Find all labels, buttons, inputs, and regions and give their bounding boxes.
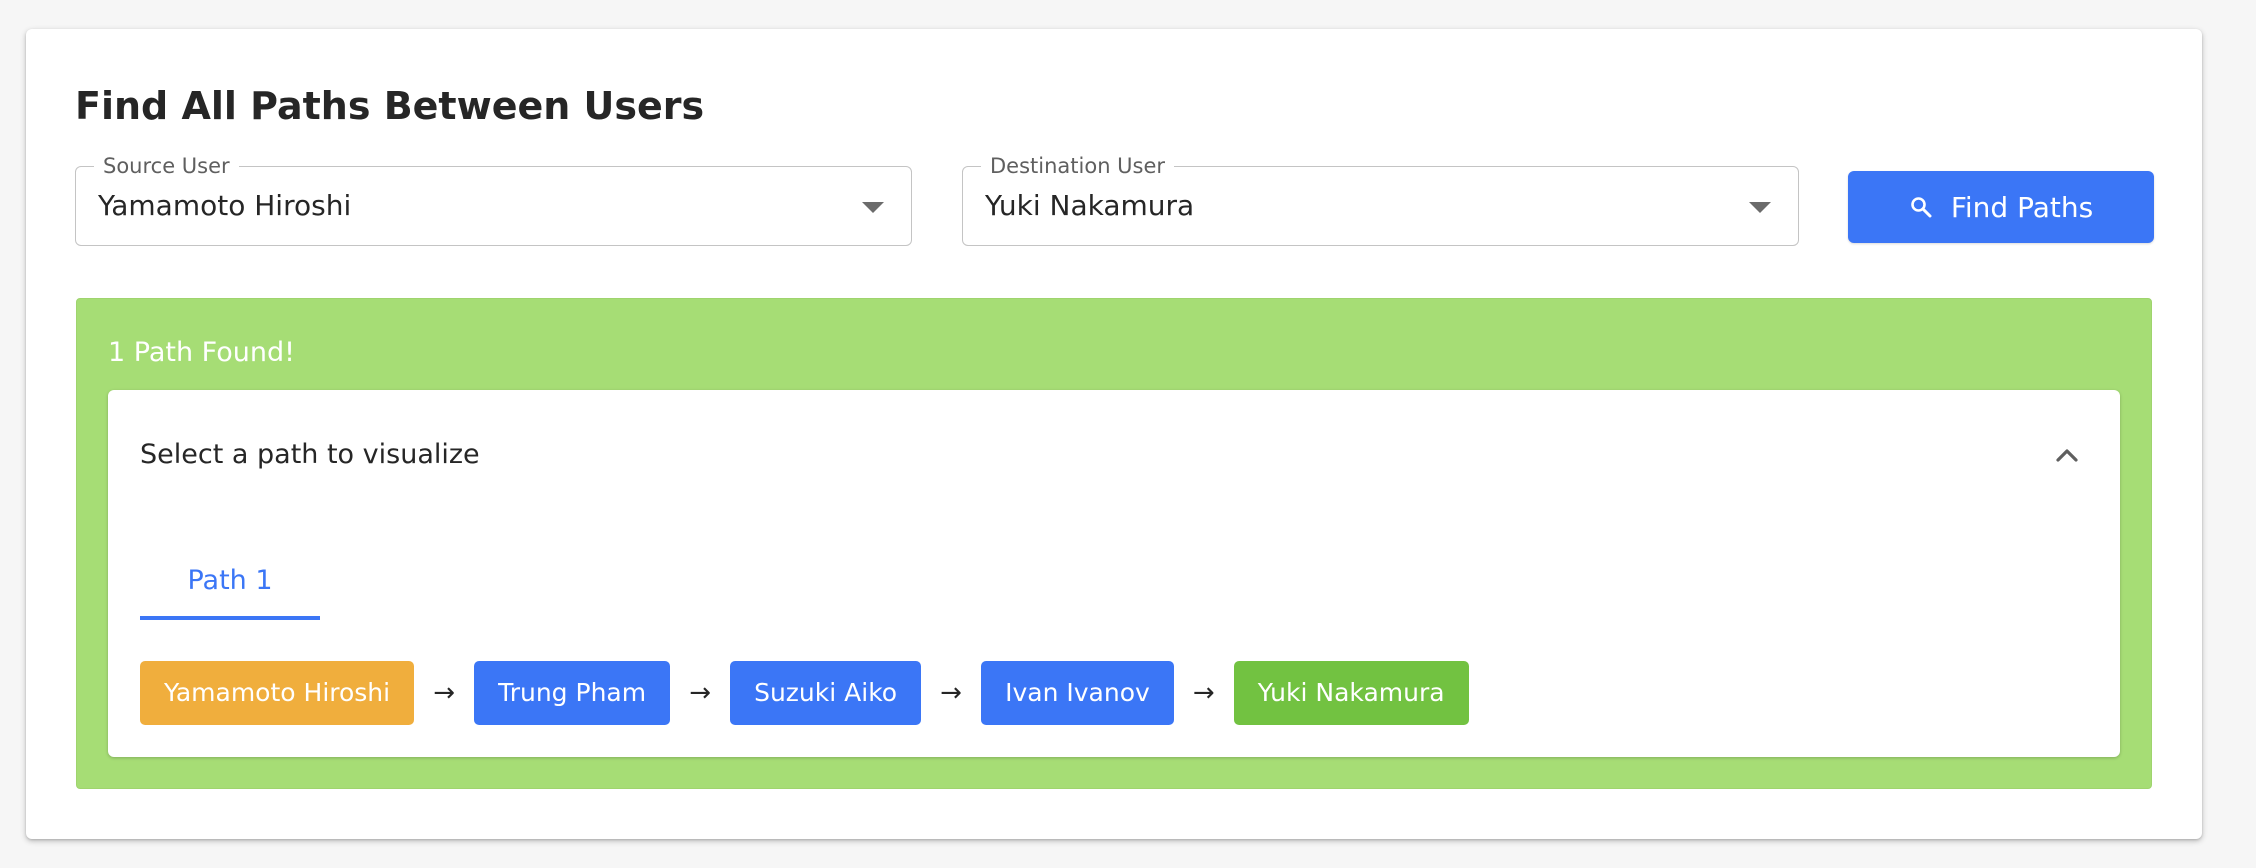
path-arrow: → bbox=[1192, 678, 1215, 708]
dropdown-arrow-icon bbox=[862, 202, 884, 213]
source-user-select[interactable]: Source User Yamamoto Hiroshi bbox=[75, 153, 912, 246]
destination-user-select[interactable]: Destination User Yuki Nakamura bbox=[962, 153, 1799, 246]
source-user-value: Yamamoto Hiroshi bbox=[98, 189, 352, 222]
destination-user-label: Destination User bbox=[981, 153, 1175, 179]
path-selector-panel: Select a path to visualize Path 1 Yamamo… bbox=[108, 390, 2120, 757]
chevron-up-icon[interactable] bbox=[2052, 440, 2082, 470]
search-icon bbox=[1909, 195, 1933, 219]
path-node-chip[interactable]: Yuki Nakamura bbox=[1233, 661, 1469, 725]
path-visualization: Yamamoto Hiroshi → Trung Pham → Suzuki Aiko →… bbox=[140, 661, 1469, 725]
path-node-chip[interactable]: Trung Pham bbox=[474, 661, 671, 725]
results-title: 1 Path Found! bbox=[108, 337, 295, 368]
page-title: Find All Paths Between Users bbox=[75, 84, 705, 128]
tab-active-indicator bbox=[140, 616, 320, 620]
tab-label: Path 1 bbox=[187, 565, 273, 596]
dropdown-arrow-icon bbox=[1749, 202, 1771, 213]
path-node-chip[interactable]: Ivan Ivanov bbox=[981, 661, 1174, 725]
path-arrow: → bbox=[433, 678, 455, 708]
path-arrow: → bbox=[689, 678, 711, 708]
path-selector-title: Select a path to visualize bbox=[140, 439, 480, 470]
path-node-chip[interactable]: Yamamoto Hiroshi bbox=[140, 661, 415, 725]
find-paths-button[interactable]: Find Paths bbox=[1848, 171, 2154, 243]
tab-path-1[interactable]: Path 1 bbox=[140, 550, 320, 620]
find-paths-label: Find Paths bbox=[1950, 190, 2094, 224]
path-node-chip[interactable]: Suzuki Aiko bbox=[730, 661, 922, 725]
path-arrow: → bbox=[940, 678, 962, 708]
destination-user-value: Yuki Nakamura bbox=[985, 189, 1195, 222]
source-user-label: Source User bbox=[94, 153, 239, 179]
